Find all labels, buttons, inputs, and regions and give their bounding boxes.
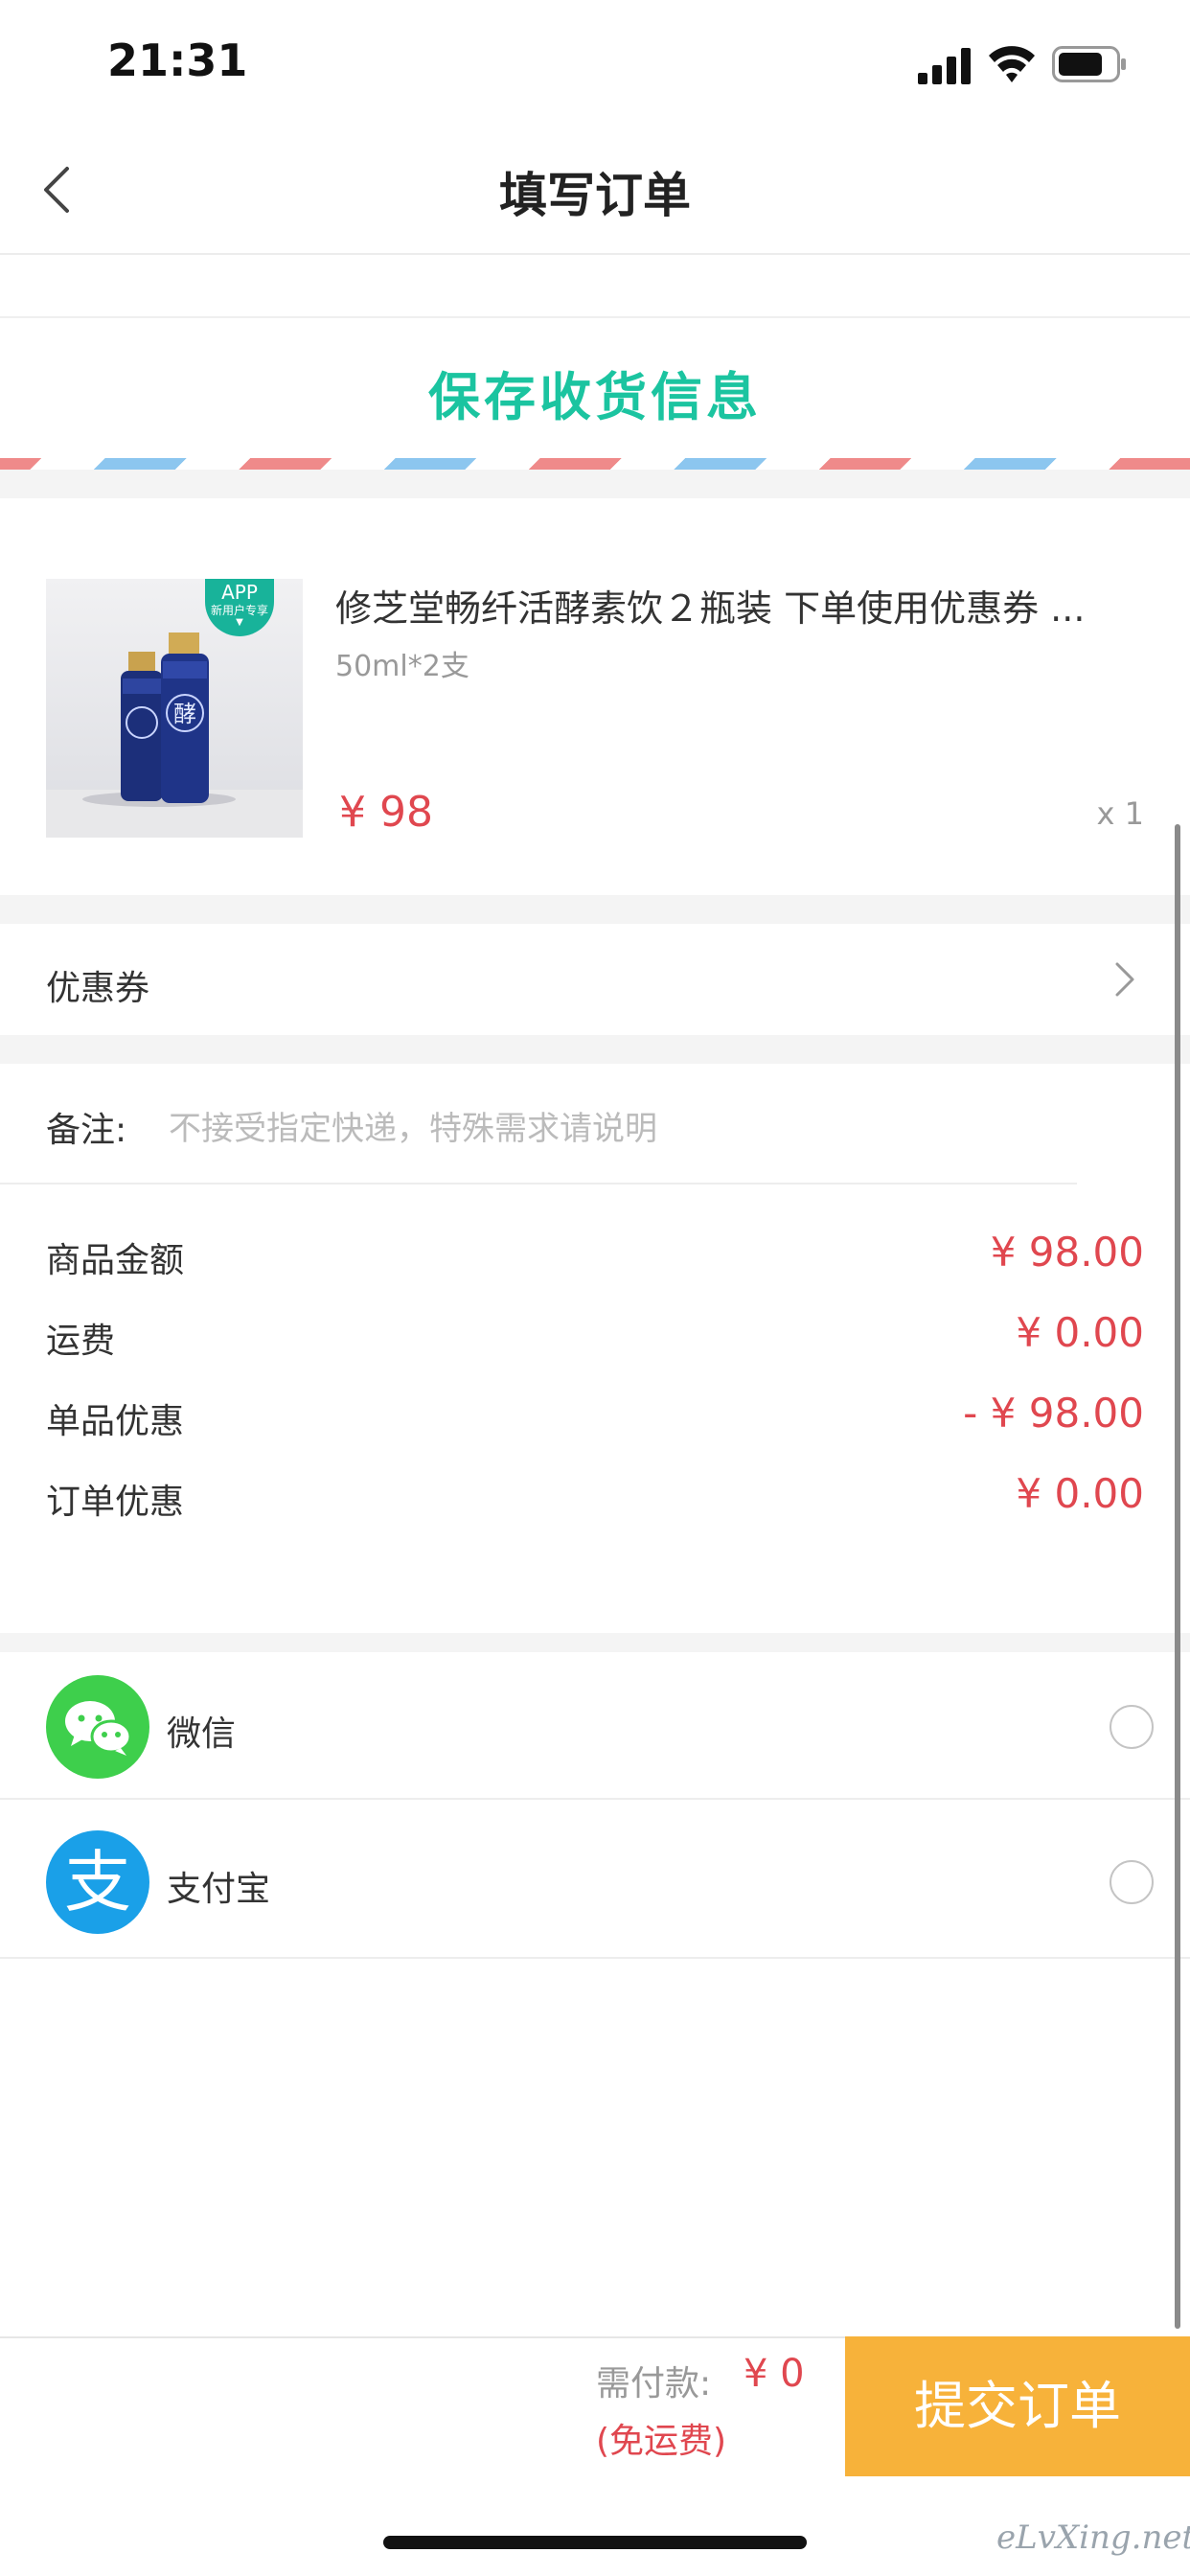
chevron-right-icon bbox=[1115, 962, 1134, 997]
alipay-glyph: 支 bbox=[64, 1843, 131, 1921]
alipay-label: 支付宝 bbox=[167, 1870, 271, 1909]
coupon-row[interactable]: 优惠券 bbox=[0, 924, 1190, 1035]
subtotal-value: ¥ 98.00 bbox=[990, 1229, 1144, 1276]
section-gap bbox=[0, 470, 1190, 498]
wechat-label: 微信 bbox=[167, 1714, 237, 1754]
section-gap bbox=[0, 895, 1190, 924]
badge-subtitle: 新用户专享 bbox=[210, 604, 268, 617]
page-title: 填写订单 bbox=[499, 168, 691, 223]
scrollbar[interactable] bbox=[1175, 824, 1180, 2329]
shipping-value: ¥ 0.00 bbox=[1016, 1309, 1144, 1356]
bottle-label-text: 酵 bbox=[173, 701, 196, 727]
product-name: 修芝堂畅纤活酵素饮２瓶装 下单使用优惠券 ... bbox=[335, 587, 1086, 630]
save-address-button[interactable]: 保存收货信息 bbox=[0, 355, 1190, 430]
note-input[interactable]: 不接受指定快递，特殊需求请说明 bbox=[169, 1102, 657, 1149]
cellular-signal-icon bbox=[918, 48, 971, 84]
item-discount-label: 单品优惠 bbox=[46, 1402, 185, 1441]
wechat-radio[interactable] bbox=[1110, 1705, 1154, 1749]
product-price: ¥ 98 bbox=[339, 788, 433, 837]
payment-option-wechat[interactable]: 微信 bbox=[0, 1652, 1190, 1798]
submit-order-button[interactable]: 提交订单 bbox=[845, 2336, 1190, 2476]
status-time: 21:31 bbox=[107, 34, 248, 86]
order-discount-label: 订单优惠 bbox=[46, 1483, 185, 1522]
section-gap bbox=[0, 1633, 1190, 1652]
airmail-border bbox=[0, 458, 1190, 470]
coupon-label: 优惠券 bbox=[46, 969, 150, 1008]
app-exclusive-badge: APP 新用户专享 ▼ bbox=[205, 579, 274, 636]
note-label: 备注: bbox=[46, 1111, 127, 1150]
watermark: eLvXing.net bbox=[996, 2518, 1190, 2557]
alipay-radio[interactable] bbox=[1110, 1860, 1154, 1904]
divider bbox=[0, 1957, 1190, 1959]
subtotal-label: 商品金额 bbox=[46, 1241, 185, 1280]
divider bbox=[0, 1183, 1077, 1184]
product-quantity: x 1 bbox=[1096, 795, 1144, 832]
amount-due-value: ¥ 0 bbox=[744, 2352, 805, 2396]
divider bbox=[0, 316, 1190, 318]
free-shipping-note: (免运费) bbox=[596, 2422, 727, 2461]
product-spec: 50ml*2支 bbox=[335, 650, 469, 683]
item-discount-value: - ¥ 98.00 bbox=[963, 1390, 1144, 1437]
alipay-icon: 支 bbox=[46, 1830, 149, 1934]
badge-caret-icon: ▼ bbox=[236, 617, 243, 628]
order-discount-value: ¥ 0.00 bbox=[1016, 1470, 1144, 1517]
wifi-icon bbox=[989, 46, 1035, 82]
section-gap bbox=[0, 1035, 1190, 1064]
battery-icon bbox=[1052, 46, 1126, 82]
badge-title: APP bbox=[221, 581, 258, 604]
payment-option-alipay[interactable]: 支 支付宝 bbox=[0, 1800, 1190, 1955]
shipping-label: 运费 bbox=[46, 1322, 116, 1361]
wechat-icon bbox=[46, 1675, 149, 1779]
home-indicator bbox=[383, 2536, 807, 2549]
amount-due-label: 需付款: bbox=[596, 2364, 712, 2404]
